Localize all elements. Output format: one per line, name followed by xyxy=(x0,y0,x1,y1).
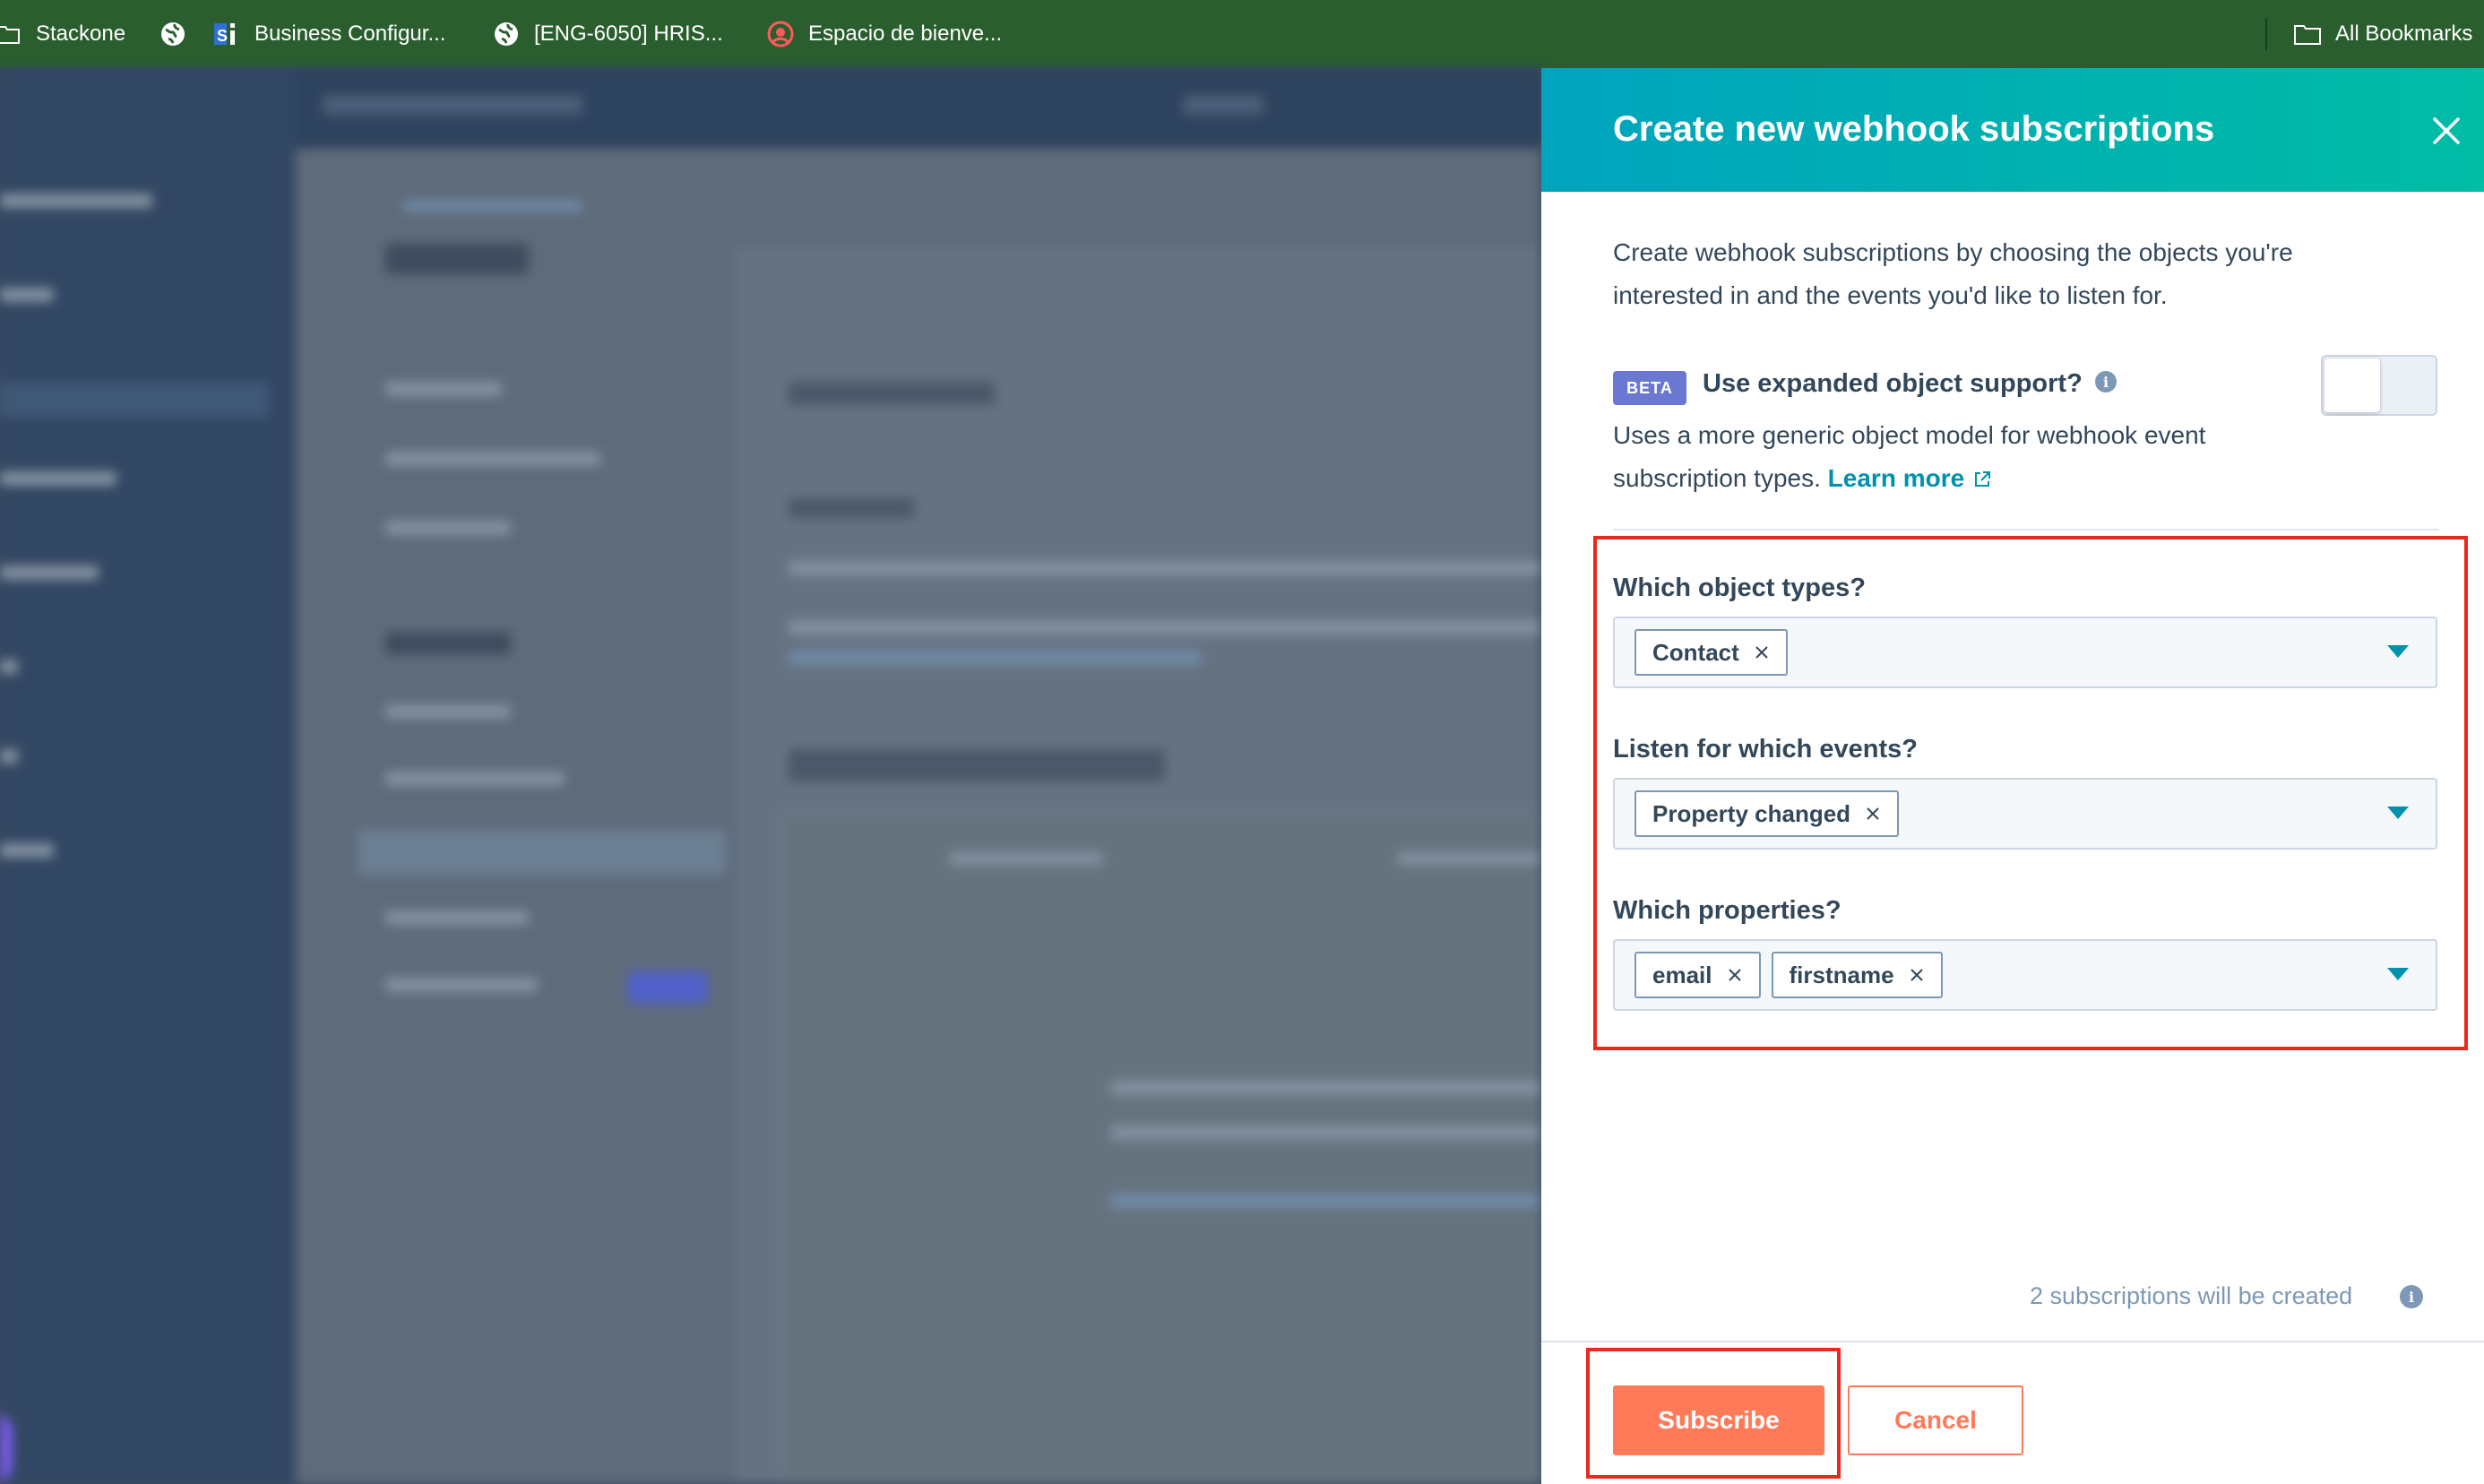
bookmarks-divider xyxy=(2265,18,2267,50)
panel-header: Create new webhook subscriptions xyxy=(1541,68,2484,192)
intro-line-1: Create webhook subscriptions by choosing… xyxy=(1613,238,2293,266)
remove-chip-icon[interactable] xyxy=(1909,967,1925,983)
chip-property-changed: Property changed xyxy=(1634,790,1900,837)
remove-chip-icon[interactable] xyxy=(1865,806,1881,822)
close-icon xyxy=(2433,117,2460,144)
si-logo-icon: S xyxy=(213,21,240,47)
background-sidebar xyxy=(0,68,296,1484)
info-icon[interactable]: i xyxy=(2400,1285,2423,1308)
properties-chips: email firstname xyxy=(1634,952,1943,998)
properties-select[interactable]: email firstname xyxy=(1613,939,2437,1011)
bookmark-eng-6050[interactable]: [ENG-6050] HRIS... xyxy=(493,0,723,68)
object-types-select[interactable]: Contact xyxy=(1613,617,2437,688)
bookmark-label: Stackone xyxy=(36,22,126,46)
learn-more-link[interactable]: Learn more xyxy=(1828,464,1965,492)
beta-badge: BETA xyxy=(1613,371,1686,405)
info-icon[interactable]: i xyxy=(2095,371,2117,393)
folder-icon xyxy=(2294,21,2321,47)
chevron-down-icon[interactable] xyxy=(2387,807,2409,819)
svg-text:S: S xyxy=(217,27,228,45)
chip-contact: Contact xyxy=(1634,629,1788,676)
toggle-knob xyxy=(2324,358,2380,412)
chip-email: email xyxy=(1634,952,1761,998)
chip-label: Property changed xyxy=(1652,799,1851,827)
events-label: Listen for which events? xyxy=(1613,735,1918,764)
bookmark-business-config[interactable] xyxy=(160,0,201,68)
cancel-button[interactable]: Cancel xyxy=(1848,1385,2023,1455)
events-select[interactable]: Property changed xyxy=(1613,778,2437,850)
panel-title: Create new webhook subscriptions xyxy=(1613,109,2215,149)
object-types-chips: Contact xyxy=(1634,629,1788,676)
expanded-object-support-label: Use expanded object support? xyxy=(1703,369,2083,398)
bookmark-business-config-link[interactable]: S Business Configur... xyxy=(213,0,445,68)
external-link-icon xyxy=(1973,459,1991,502)
footer-divider xyxy=(1541,1341,2484,1342)
expanded-desc-text: subscription types. xyxy=(1613,464,1821,492)
background-app-blurred xyxy=(0,68,1541,1484)
bookmark-label: [ENG-6050] HRIS... xyxy=(534,22,723,46)
events-chips: Property changed xyxy=(1634,790,1900,837)
expanded-desc-line-2: subscription types. Learn more xyxy=(1613,457,2312,502)
bookmark-label: Espacio de bienve... xyxy=(808,22,1003,46)
chip-label: firstname xyxy=(1789,961,1894,988)
intro-line-2: interested in and the events you'd like … xyxy=(1613,281,2168,309)
all-bookmarks-label: All Bookmarks xyxy=(2335,22,2473,46)
bookmark-stackone[interactable]: Stackone xyxy=(0,0,125,68)
bookmarks-bar: Stackone S Business Configur... [ENG-605… xyxy=(0,0,2484,68)
globe-icon xyxy=(160,21,186,47)
chevron-down-icon[interactable] xyxy=(2387,968,2409,980)
properties-label: Which properties? xyxy=(1613,896,1841,925)
webhook-subscription-panel: Create new webhook subscriptions Create … xyxy=(1541,68,2484,1484)
background-table-card xyxy=(780,812,1541,1484)
record-icon xyxy=(767,21,794,47)
expanded-object-support-description: Uses a more generic object model for web… xyxy=(1613,414,2312,502)
chevron-down-icon[interactable] xyxy=(2387,645,2409,658)
close-panel-button[interactable] xyxy=(2428,113,2464,149)
bookmark-label: Business Configur... xyxy=(254,22,446,46)
all-bookmarks[interactable]: All Bookmarks xyxy=(2294,0,2472,68)
section-divider xyxy=(1613,529,2439,531)
subscription-count: 2 subscriptions will be created xyxy=(2030,1282,2353,1309)
globe-icon xyxy=(493,21,520,47)
folder-icon xyxy=(0,21,22,47)
chip-label: email xyxy=(1652,961,1712,988)
object-types-label: Which object types? xyxy=(1613,574,1866,602)
remove-chip-icon[interactable] xyxy=(1754,644,1770,660)
chip-firstname: firstname xyxy=(1771,952,1943,998)
remove-chip-icon[interactable] xyxy=(1727,967,1743,983)
expanded-object-support-toggle[interactable] xyxy=(2321,355,2437,416)
chip-label: Contact xyxy=(1652,638,1739,666)
expanded-desc-line-1: Uses a more generic object model for web… xyxy=(1613,421,2206,449)
panel-intro: Create webhook subscriptions by choosing… xyxy=(1613,231,2419,317)
bookmark-espacio[interactable]: Espacio de bienve... xyxy=(767,0,1002,68)
subscribe-button[interactable]: Subscribe xyxy=(1613,1385,1824,1455)
